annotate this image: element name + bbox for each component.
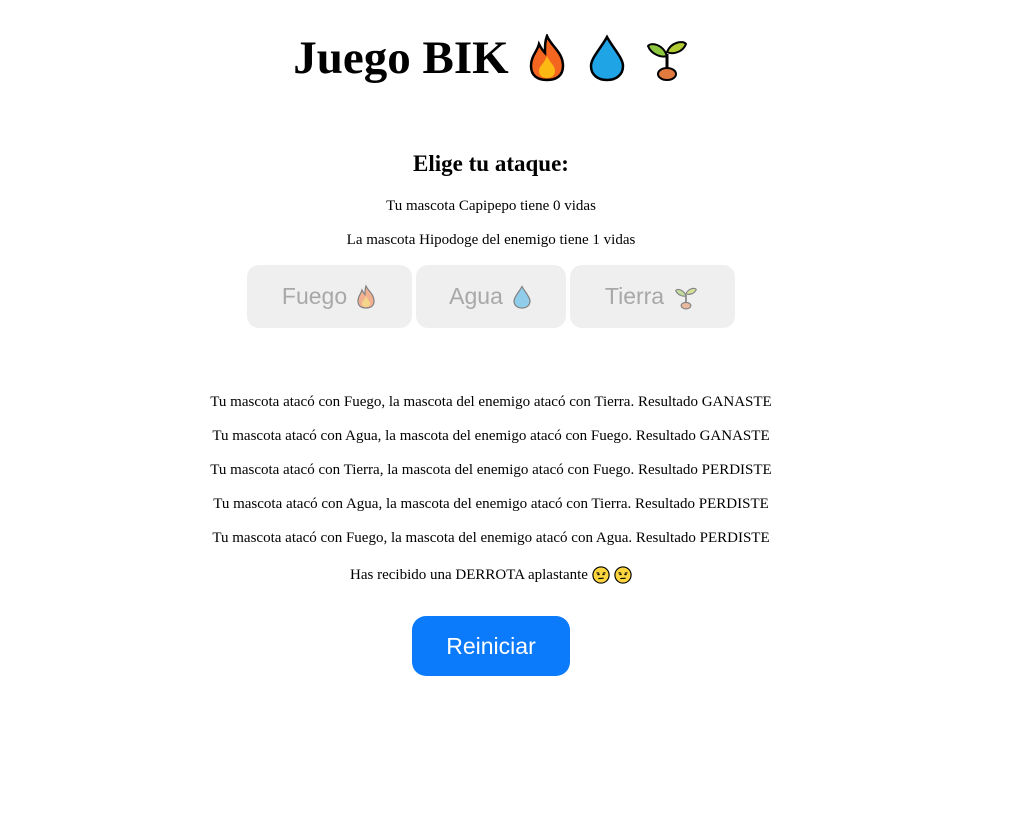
log-entry: Tu mascota atacó con Tierra, la mascota …: [210, 462, 772, 478]
attack-buttons: Fuego Agua Tierra: [0, 265, 982, 328]
title-text: Juego BIK: [293, 32, 509, 84]
battle-log: Tu mascota atacó con Fuego, la mascota d…: [0, 392, 982, 562]
player-lives-text: Tu mascota Capipepo tiene 0 vidas: [386, 198, 596, 214]
seedling-icon: [646, 41, 687, 81]
agua-label: Agua: [449, 283, 503, 309]
droplet-icon: [513, 284, 531, 309]
unamused-face-icon: [614, 566, 632, 584]
restart-button[interactable]: Reiniciar: [412, 616, 570, 676]
tierra-attack-button[interactable]: Tierra: [570, 265, 735, 328]
page-title: Juego BIK: [0, 28, 982, 88]
attack-heading: Elige tu ataque:: [413, 151, 569, 176]
final-result-text: Has recibido una DERROTA aplastante: [350, 567, 588, 583]
seedling-icon: [675, 287, 698, 309]
log-entry: Tu mascota atacó con Agua, la mascota de…: [213, 496, 769, 512]
fire-icon: [529, 34, 564, 82]
final-result-message: Has recibido una DERROTA aplastante: [0, 564, 982, 586]
log-entry: Tu mascota atacó con Fuego, la mascota d…: [212, 530, 770, 546]
fire-icon: [357, 283, 375, 309]
fuego-label: Fuego: [281, 283, 348, 309]
fuego-attack-button[interactable]: Fuego: [247, 265, 412, 328]
agua-attack-button[interactable]: Agua: [416, 265, 566, 328]
tierra-label: Tierra: [604, 283, 665, 309]
log-entry: Tu mascota atacó con Agua, la mascota de…: [212, 428, 770, 444]
log-entry: Tu mascota atacó con Fuego, la mascota d…: [210, 394, 772, 410]
unamused-face-icon: [592, 566, 610, 584]
droplet-icon: [589, 34, 624, 82]
enemy-lives-text: La mascota Hipodoge del enemigo tiene 1 …: [346, 232, 636, 248]
